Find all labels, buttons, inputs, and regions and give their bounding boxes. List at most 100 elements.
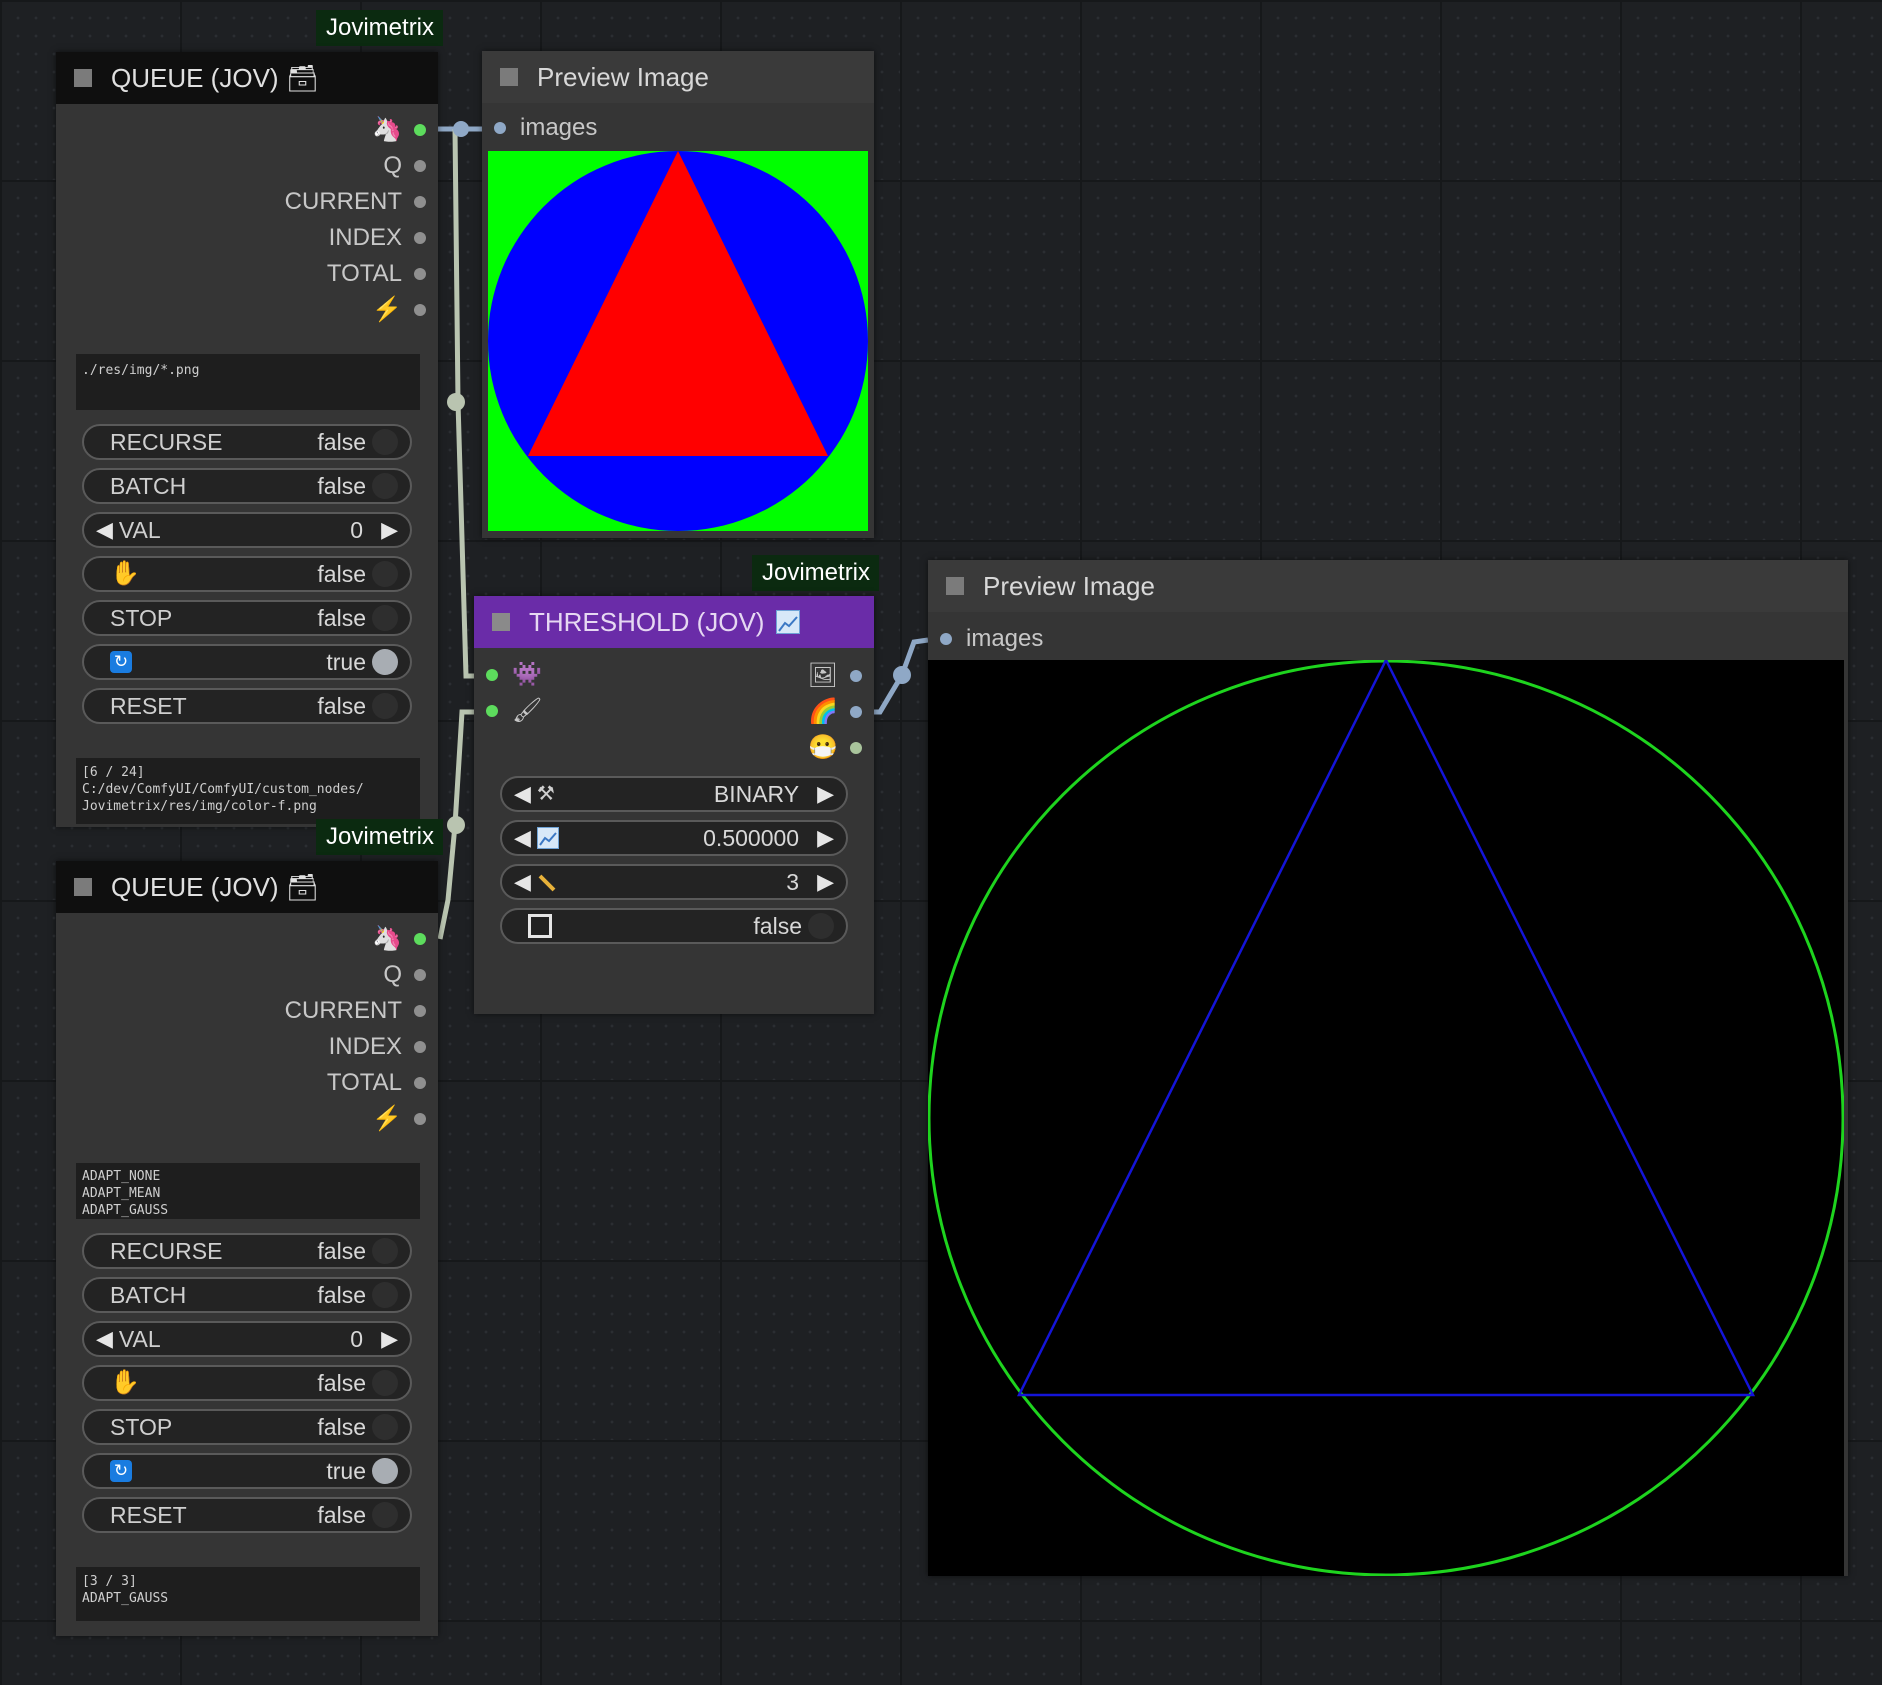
output-index[interactable]: INDEX bbox=[329, 220, 438, 256]
input-images[interactable]: images bbox=[928, 622, 1043, 656]
output-trigger[interactable]: ⚡ bbox=[372, 292, 438, 328]
input-pixel[interactable]: 👾 bbox=[474, 658, 542, 692]
group-label: Jovimetrix bbox=[752, 555, 880, 591]
output-slot[interactable] bbox=[414, 268, 426, 280]
hold-toggle[interactable]: ✋ false bbox=[82, 1365, 412, 1401]
output-slot[interactable] bbox=[414, 304, 426, 316]
hold-toggle[interactable]: ✋ false bbox=[82, 556, 412, 592]
node-title: THRESHOLD (JOV) bbox=[529, 606, 765, 637]
image-icon: 🖼 bbox=[807, 662, 838, 689]
output-rgb[interactable]: 🌈 bbox=[808, 694, 874, 730]
toggle-knob bbox=[808, 913, 834, 939]
collapse-toggle[interactable] bbox=[74, 69, 92, 87]
output-slot[interactable] bbox=[414, 1113, 426, 1125]
input-slot[interactable] bbox=[494, 122, 506, 134]
input-mask[interactable]: 🖌 bbox=[474, 694, 542, 728]
output-slot[interactable] bbox=[414, 124, 426, 136]
loop-toggle[interactable]: ↻ true bbox=[82, 1453, 412, 1489]
toggle-knob bbox=[372, 1370, 398, 1396]
output-total[interactable]: TOTAL bbox=[327, 1065, 438, 1101]
output-trigger[interactable]: ⚡ bbox=[372, 1101, 438, 1137]
toggle-knob bbox=[372, 649, 398, 675]
threshold-value-stepper[interactable]: ◀ 0.500000 ▶ bbox=[500, 820, 848, 856]
output-slot[interactable] bbox=[414, 196, 426, 208]
increment-arrow-icon[interactable]: ▶ bbox=[817, 869, 834, 895]
node-title-bar[interactable]: THRESHOLD (JOV) bbox=[474, 596, 874, 648]
decrement-arrow-icon[interactable]: ◀ bbox=[514, 869, 531, 895]
group-label: Jovimetrix bbox=[316, 819, 444, 855]
decrement-arrow-icon[interactable]: ◀ bbox=[96, 1326, 113, 1352]
input-slot[interactable] bbox=[486, 705, 498, 717]
reset-toggle[interactable]: RESET false bbox=[82, 1497, 412, 1533]
input-slot[interactable] bbox=[940, 633, 952, 645]
output-current[interactable]: CURRENT bbox=[285, 993, 438, 1029]
output-label: Q bbox=[383, 961, 402, 988]
output-mask[interactable]: 😷 bbox=[808, 730, 874, 766]
decrement-arrow-icon[interactable]: ◀ bbox=[96, 517, 113, 543]
output-slot[interactable] bbox=[850, 706, 862, 718]
invert-toggle[interactable]: false bbox=[500, 908, 848, 944]
output-q[interactable]: Q bbox=[383, 148, 438, 184]
queue-status: [3 / 3] ADAPT_GAUSS bbox=[76, 1567, 420, 1621]
toggle-knob bbox=[372, 693, 398, 719]
decrement-arrow-icon[interactable]: ◀ bbox=[514, 781, 531, 807]
output-slot[interactable] bbox=[850, 742, 862, 754]
collapse-toggle[interactable] bbox=[500, 68, 518, 86]
recurse-toggle[interactable]: RECURSE false bbox=[82, 424, 412, 460]
queue-node-2[interactable]: QUEUE (JOV) 🗃 🦄 Q CURRENT INDEX TOTAL ⚡ … bbox=[56, 861, 438, 1636]
output-current[interactable]: CURRENT bbox=[285, 184, 438, 220]
output-slot[interactable] bbox=[414, 1005, 426, 1017]
output-slot[interactable] bbox=[850, 670, 862, 682]
increment-arrow-icon[interactable]: ▶ bbox=[381, 1326, 398, 1352]
threshold-node[interactable]: THRESHOLD (JOV) 👾 🖌 🖼 🌈 😷 ◀ ⚒ BINARY ▶ ◀… bbox=[474, 596, 874, 1014]
preview-image-node-2[interactable]: Preview Image images bbox=[928, 560, 1848, 1576]
stop-toggle[interactable]: STOP false bbox=[82, 1409, 412, 1445]
queue-textarea[interactable]: ADAPT_NONE ADAPT_MEAN ADAPT_GAUSS bbox=[76, 1163, 420, 1219]
stop-toggle[interactable]: STOP false bbox=[82, 600, 412, 636]
val-stepper[interactable]: ◀ VAL 0 ▶ bbox=[82, 512, 412, 548]
output-image[interactable]: 🖼 bbox=[808, 658, 874, 694]
node-title-bar[interactable]: QUEUE (JOV) 🗃 bbox=[56, 861, 438, 913]
block-size-stepper[interactable]: ◀ 3 ▶ bbox=[500, 864, 848, 900]
input-images[interactable]: images bbox=[482, 111, 597, 145]
queue-node-1[interactable]: QUEUE (JOV) 🗃 🦄 Q CURRENT INDEX TOTAL ⚡ … bbox=[56, 52, 438, 827]
node-title-bar[interactable]: Preview Image bbox=[928, 560, 1848, 612]
mode-combo[interactable]: ◀ ⚒ BINARY ▶ bbox=[500, 776, 848, 812]
output-total[interactable]: TOTAL bbox=[327, 256, 438, 292]
batch-toggle[interactable]: BATCH false bbox=[82, 468, 412, 504]
output-any[interactable]: 🦄 bbox=[372, 112, 438, 148]
output-slot[interactable] bbox=[414, 969, 426, 981]
preview-image-node-1[interactable]: Preview Image images bbox=[482, 51, 874, 538]
batch-toggle[interactable]: BATCH false bbox=[82, 1277, 412, 1313]
output-index[interactable]: INDEX bbox=[329, 1029, 438, 1065]
output-slot[interactable] bbox=[414, 933, 426, 945]
collapse-toggle[interactable] bbox=[74, 878, 92, 896]
output-label: Q bbox=[383, 152, 402, 179]
output-slot[interactable] bbox=[414, 160, 426, 172]
increment-arrow-icon[interactable]: ▶ bbox=[817, 825, 834, 851]
recurse-toggle[interactable]: RECURSE false bbox=[82, 1233, 412, 1269]
preview-image bbox=[488, 151, 868, 531]
node-title: QUEUE (JOV) 🗃 bbox=[111, 871, 319, 902]
increment-arrow-icon[interactable]: ▶ bbox=[381, 517, 398, 543]
output-slot[interactable] bbox=[414, 1077, 426, 1089]
val-stepper[interactable]: ◀ VAL 0 ▶ bbox=[82, 1321, 412, 1357]
increment-arrow-icon[interactable]: ▶ bbox=[817, 781, 834, 807]
output-q[interactable]: Q bbox=[383, 957, 438, 993]
input-slot[interactable] bbox=[486, 669, 498, 681]
reset-toggle[interactable]: RESET false bbox=[82, 688, 412, 724]
loop-toggle[interactable]: ↻ true bbox=[82, 644, 412, 680]
queue-textarea[interactable]: ./res/img/*.png bbox=[76, 354, 420, 410]
collapse-toggle[interactable] bbox=[492, 613, 510, 631]
node-title-bar[interactable]: Preview Image bbox=[482, 51, 874, 103]
node-title: Preview Image bbox=[537, 61, 709, 92]
group-label: Jovimetrix bbox=[316, 10, 444, 46]
decrement-arrow-icon[interactable]: ◀ bbox=[514, 825, 531, 851]
output-any[interactable]: 🦄 bbox=[372, 921, 438, 957]
output-slot[interactable] bbox=[414, 232, 426, 244]
output-label: CURRENT bbox=[284, 188, 402, 215]
collapse-toggle[interactable] bbox=[946, 577, 964, 595]
node-title-bar[interactable]: QUEUE (JOV) 🗃 bbox=[56, 52, 438, 104]
output-slot[interactable] bbox=[414, 1041, 426, 1053]
toggle-knob bbox=[372, 1502, 398, 1528]
